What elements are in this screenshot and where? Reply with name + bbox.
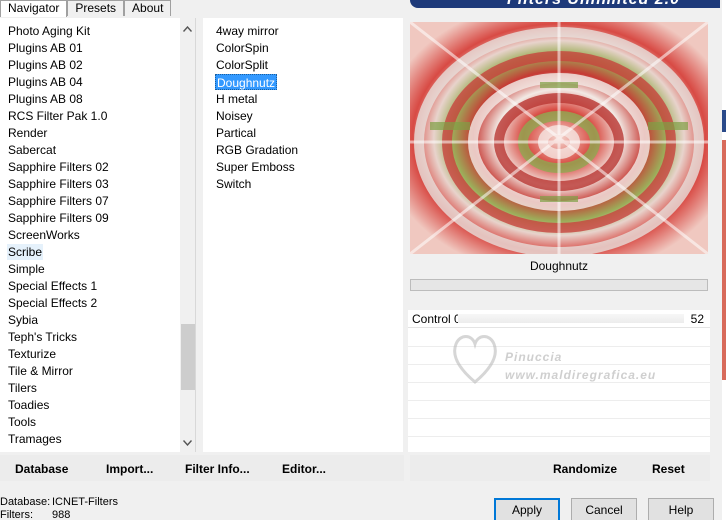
category-item[interactable]: Teph's Tricks [7,329,78,345]
status-filters: Filters: 988 [0,509,118,520]
randomize-button[interactable]: Randomize [553,462,617,476]
control-0-value: 52 [690,312,704,326]
category-item[interactable]: Plugins AB 02 [7,57,84,73]
category-item[interactable]: Texturize [7,346,57,362]
category-item[interactable]: Plugins AB 01 [7,40,84,56]
filter-info-button[interactable]: Filter Info... [185,462,250,476]
category-scrollbar[interactable] [180,18,195,452]
category-item[interactable]: ScreenWorks [7,227,81,243]
filter-list[interactable]: 4way mirror ColorSpin ColorSplit Doughnutz H… [203,18,403,452]
category-item[interactable]: Plugins AB 04 [7,74,84,90]
filter-item[interactable]: 4way mirror [215,23,280,39]
app-banner: Filters Unlimited 2.0 [410,0,720,8]
cancel-button[interactable]: Cancel [571,498,637,520]
tab-navigator[interactable]: Navigator [0,0,68,17]
background-window-edge [722,0,726,520]
category-item[interactable]: Tile & Mirror [7,363,74,379]
filter-item[interactable]: Super Emboss [215,159,296,175]
import-button[interactable]: Import... [106,462,153,476]
filter-item[interactable]: Partical [215,125,257,141]
filter-item[interactable]: H metal [215,91,258,107]
status-database-key: Database: [0,496,51,508]
filter-item[interactable]: RGB Gradation [215,142,299,158]
chevron-down-icon[interactable] [180,435,195,451]
chevron-up-icon[interactable] [180,21,195,37]
tab-strip: Navigator Presets About [0,0,172,17]
control-0-label: Control 0: [412,312,465,326]
control-0-slider[interactable] [458,314,684,323]
editor-button[interactable]: Editor... [282,462,326,476]
category-item[interactable]: Simple [7,261,46,277]
bottom-right-bar: Randomize Reset [410,455,710,481]
control-separator [408,400,710,401]
background-fragment [722,110,726,132]
tab-presets[interactable]: Presets [67,0,125,16]
control-separator [408,346,710,347]
filter-item[interactable]: ColorSplit [215,57,269,73]
status-filters-key: Filters: [0,509,33,520]
status-database-value: ICNET-Filters [52,496,118,508]
category-item[interactable]: Special Effects 2 [7,295,98,311]
status-filters-value: 988 [52,509,71,520]
category-item[interactable]: Render [7,125,48,141]
category-item[interactable]: Plugins AB 08 [7,91,84,107]
category-item[interactable]: Sabercat [7,142,57,158]
apply-button[interactable]: Apply [494,498,560,520]
category-item[interactable]: Photo Aging Kit [7,23,91,39]
category-item[interactable]: Tramages [7,431,63,447]
filter-item[interactable]: Doughnutz [215,74,278,90]
category-item[interactable]: Sapphire Filters 09 [7,210,110,226]
category-item[interactable]: RCS Filter Pak 1.0 [7,108,108,124]
filter-item[interactable]: Switch [215,176,252,192]
control-separator [408,436,710,437]
background-fragment [722,140,726,380]
tab-about[interactable]: About [124,0,172,16]
reset-button[interactable]: Reset [652,462,685,476]
progress-bar [410,279,708,291]
category-item[interactable]: Tilers [7,380,38,396]
category-list[interactable]: Photo Aging Kit Plugins AB 01 Plugins AB 0… [0,18,196,452]
bottom-left-bar: Database Import... Filter Info... Editor… [0,455,404,481]
status-area: Database: ICNET-Filters Filters: 988 [0,496,118,520]
filter-item[interactable]: Noisey [215,108,254,124]
preview-image [410,22,708,254]
control-separator [408,364,710,365]
preview-filter-name: Doughnutz [529,259,589,273]
banner-title: Filters Unlimited 2.0 [507,0,680,8]
filter-item[interactable]: ColorSpin [215,40,270,56]
help-button[interactable]: Help [648,498,714,520]
category-item[interactable]: Scribe [7,244,44,260]
category-item[interactable]: Sybia [7,312,39,328]
status-database: Database: ICNET-Filters [0,496,118,509]
controls-panel: Control 0: 52 [408,310,710,452]
category-item[interactable]: Sapphire Filters 02 [7,159,110,175]
scrollbar-thumb[interactable] [181,324,195,390]
database-button[interactable]: Database [15,462,68,476]
control-separator [408,382,710,383]
control-0-row[interactable]: Control 0: 52 [408,310,710,328]
category-item[interactable]: Special Effects 1 [7,278,98,294]
category-item[interactable]: Tools [7,414,37,430]
control-separator [408,418,710,419]
category-item[interactable]: Sapphire Filters 07 [7,193,110,209]
category-item[interactable]: Toadies [7,397,50,413]
category-item[interactable]: Sapphire Filters 03 [7,176,110,192]
